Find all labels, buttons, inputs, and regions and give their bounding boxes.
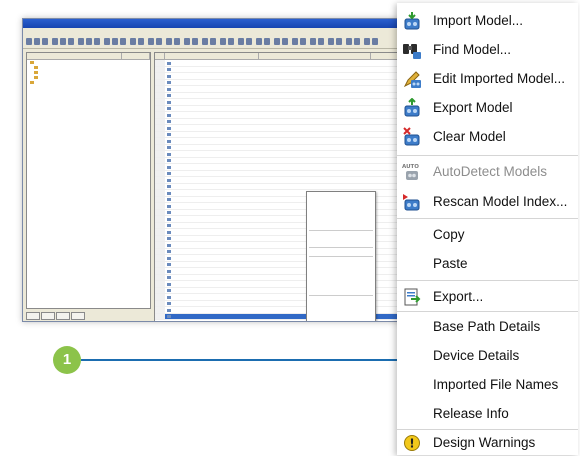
menu-item-design-warnings[interactable]: ! Design Warnings xyxy=(397,429,578,456)
menu-item-imported-file-names[interactable]: Imported File Names xyxy=(397,371,578,399)
menu-item-export-model[interactable]: Export Model xyxy=(397,94,578,122)
menu-separator xyxy=(397,280,578,281)
clear-model-icon xyxy=(403,127,420,146)
menu-item-paste[interactable]: Paste xyxy=(397,250,578,278)
menu-item-label: AutoDetect Models xyxy=(433,164,548,179)
menu-item-label: Release Info xyxy=(433,406,509,421)
menu-item-copy[interactable]: Copy xyxy=(397,221,578,249)
menu-item-release-info[interactable]: Release Info xyxy=(397,400,578,428)
app-menu-bar xyxy=(23,28,403,35)
menu-item-label: Design Warnings xyxy=(433,435,536,450)
menu-item-label: Copy xyxy=(433,227,465,242)
menu-item-autodetect-models: AUTO AutoDetect Models xyxy=(397,158,578,186)
tree-node[interactable] xyxy=(27,80,150,85)
menu-item-import-model[interactable]: Import Model... xyxy=(397,7,578,35)
menu-item-label: Export Model xyxy=(433,100,513,115)
menu-item-label: Device Details xyxy=(433,348,520,363)
menu-separator xyxy=(397,218,578,219)
menu-item-rescan-model-index[interactable]: Rescan Model Index... xyxy=(397,188,578,216)
panel-tab[interactable] xyxy=(41,312,55,320)
device-tree-panel[interactable] xyxy=(26,52,151,309)
svg-text:!: ! xyxy=(409,437,414,451)
callout-number-badge: 1 xyxy=(53,346,81,374)
menu-item-find-model[interactable]: Find Model... xyxy=(397,36,578,64)
menu-item-label: Paste xyxy=(433,256,468,271)
find-model-icon xyxy=(403,44,421,59)
menu-item-label: Import Model... xyxy=(433,13,524,28)
warning-icon: ! xyxy=(404,435,420,451)
edit-imported-model-icon xyxy=(403,71,421,88)
autodetect-icon: AUTO xyxy=(402,164,419,180)
svg-text:AUTO: AUTO xyxy=(402,164,419,170)
menu-item-clear-model[interactable]: Clear Model xyxy=(397,123,578,151)
menu-item-base-path-details[interactable]: Base Path Details xyxy=(397,313,578,341)
menu-item-label: Clear Model xyxy=(433,129,506,144)
tree-header xyxy=(27,53,150,60)
export-icon xyxy=(404,288,421,306)
rescan-index-icon xyxy=(403,194,420,211)
menu-item-label: Base Path Details xyxy=(433,319,541,334)
grid-header xyxy=(155,53,401,60)
menu-item-label: Imported File Names xyxy=(433,377,559,392)
context-menu: Import Model... Find Model... Edit Impor… xyxy=(397,3,578,455)
panel-tab[interactable] xyxy=(71,312,85,320)
app-window-thumbnail xyxy=(22,18,404,322)
menu-item-export[interactable]: Export... xyxy=(397,283,578,311)
panel-tabs[interactable] xyxy=(26,312,86,321)
app-toolbar xyxy=(23,35,403,49)
app-title-bar xyxy=(23,19,403,28)
import-model-icon xyxy=(404,12,420,30)
menu-item-label: Rescan Model Index... xyxy=(433,194,568,209)
menu-item-edit-imported-model[interactable]: Edit Imported Model... xyxy=(397,65,578,93)
menu-item-label: Find Model... xyxy=(433,42,512,57)
menu-item-label: Export... xyxy=(433,289,484,304)
menu-separator xyxy=(397,155,578,156)
callout-line xyxy=(81,359,401,361)
export-model-icon xyxy=(404,98,420,117)
menu-item-device-details[interactable]: Device Details xyxy=(397,342,578,370)
panel-tab[interactable] xyxy=(26,312,40,320)
menu-item-label: Edit Imported Model... xyxy=(433,71,566,86)
menu-separator xyxy=(397,311,578,312)
mini-context-menu xyxy=(306,191,376,321)
panel-tab[interactable] xyxy=(56,312,70,320)
